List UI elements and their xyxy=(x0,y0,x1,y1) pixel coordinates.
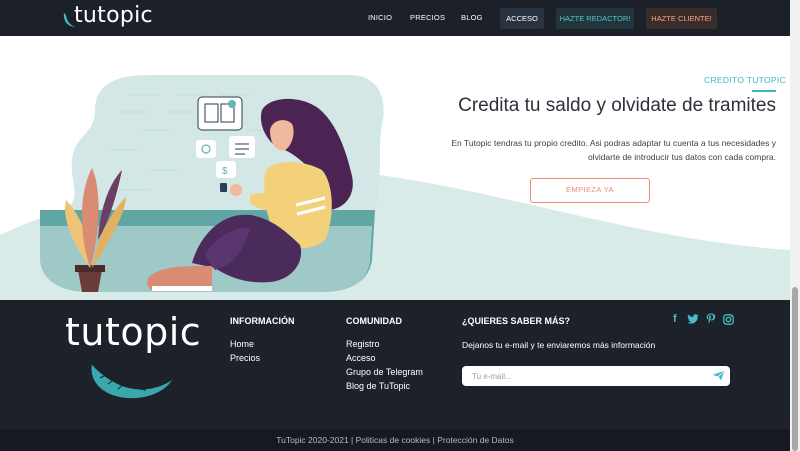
hazte-cliente-button[interactable]: HAZTE CLIENTE! xyxy=(646,8,717,29)
email-input[interactable] xyxy=(472,366,702,386)
svg-text:$: $ xyxy=(222,166,228,177)
logo-text[interactable]: tutopic xyxy=(74,3,153,28)
send-icon[interactable] xyxy=(712,370,725,381)
hero-description: En Tutopic tendras tu propio credito. As… xyxy=(400,136,776,164)
hazte-redactor-button[interactable]: HAZTE REDACTOR! xyxy=(556,8,634,29)
footer-info-title: INFORMACIÓN xyxy=(230,316,295,326)
twitter-icon[interactable] xyxy=(687,314,699,324)
footer-link-registro[interactable]: Registro xyxy=(346,339,380,349)
acceso-button[interactable]: ACCESO xyxy=(500,8,544,29)
footer-link-blog[interactable]: Blog de TuTopic xyxy=(346,381,410,391)
copyright-text: TuTopic 2020-2021 | Politicas de cookies… xyxy=(276,435,514,445)
hero-description-line-1: En Tutopic tendras tu propio credito. As… xyxy=(451,138,776,148)
newsletter-text: Dejanos tu e-mail y te enviaremos más in… xyxy=(462,340,656,350)
footer-link-home[interactable]: Home xyxy=(230,339,254,349)
footer-community-title: COMUNIDAD xyxy=(346,316,402,326)
footer-feather-icon xyxy=(91,363,172,399)
footer-link-acceso[interactable]: Acceso xyxy=(346,353,376,363)
footer-link-precios[interactable]: Precios xyxy=(230,353,260,363)
empieza-ya-button[interactable]: EMPIEZA YA xyxy=(530,178,650,203)
hero-description-line-2: olvidarte de introducir tus datos con ca… xyxy=(587,152,776,162)
instagram-icon[interactable] xyxy=(723,314,734,325)
facebook-icon[interactable]: f xyxy=(673,313,677,325)
scrollbar-thumb[interactable] xyxy=(792,287,798,451)
footer-logo[interactable]: tutopic xyxy=(65,310,201,354)
eyebrow-underline xyxy=(752,90,776,92)
footer-link-telegram[interactable]: Grupo de Telegram xyxy=(346,367,423,377)
hero-eyebrow: CREDITO TUTOPIC xyxy=(704,75,786,85)
hero-title: Credita tu saldo y olvidate de tramites xyxy=(458,95,776,116)
email-box xyxy=(462,366,730,386)
pinterest-icon[interactable] xyxy=(706,313,716,325)
nav-precios[interactable]: PRECIOS xyxy=(410,13,445,22)
footer-newsletter-title: ¿QUIERES SABER MÁS? xyxy=(462,316,571,326)
nav-inicio[interactable]: INICIO xyxy=(368,13,392,22)
nav-blog[interactable]: BLOG xyxy=(461,13,483,22)
